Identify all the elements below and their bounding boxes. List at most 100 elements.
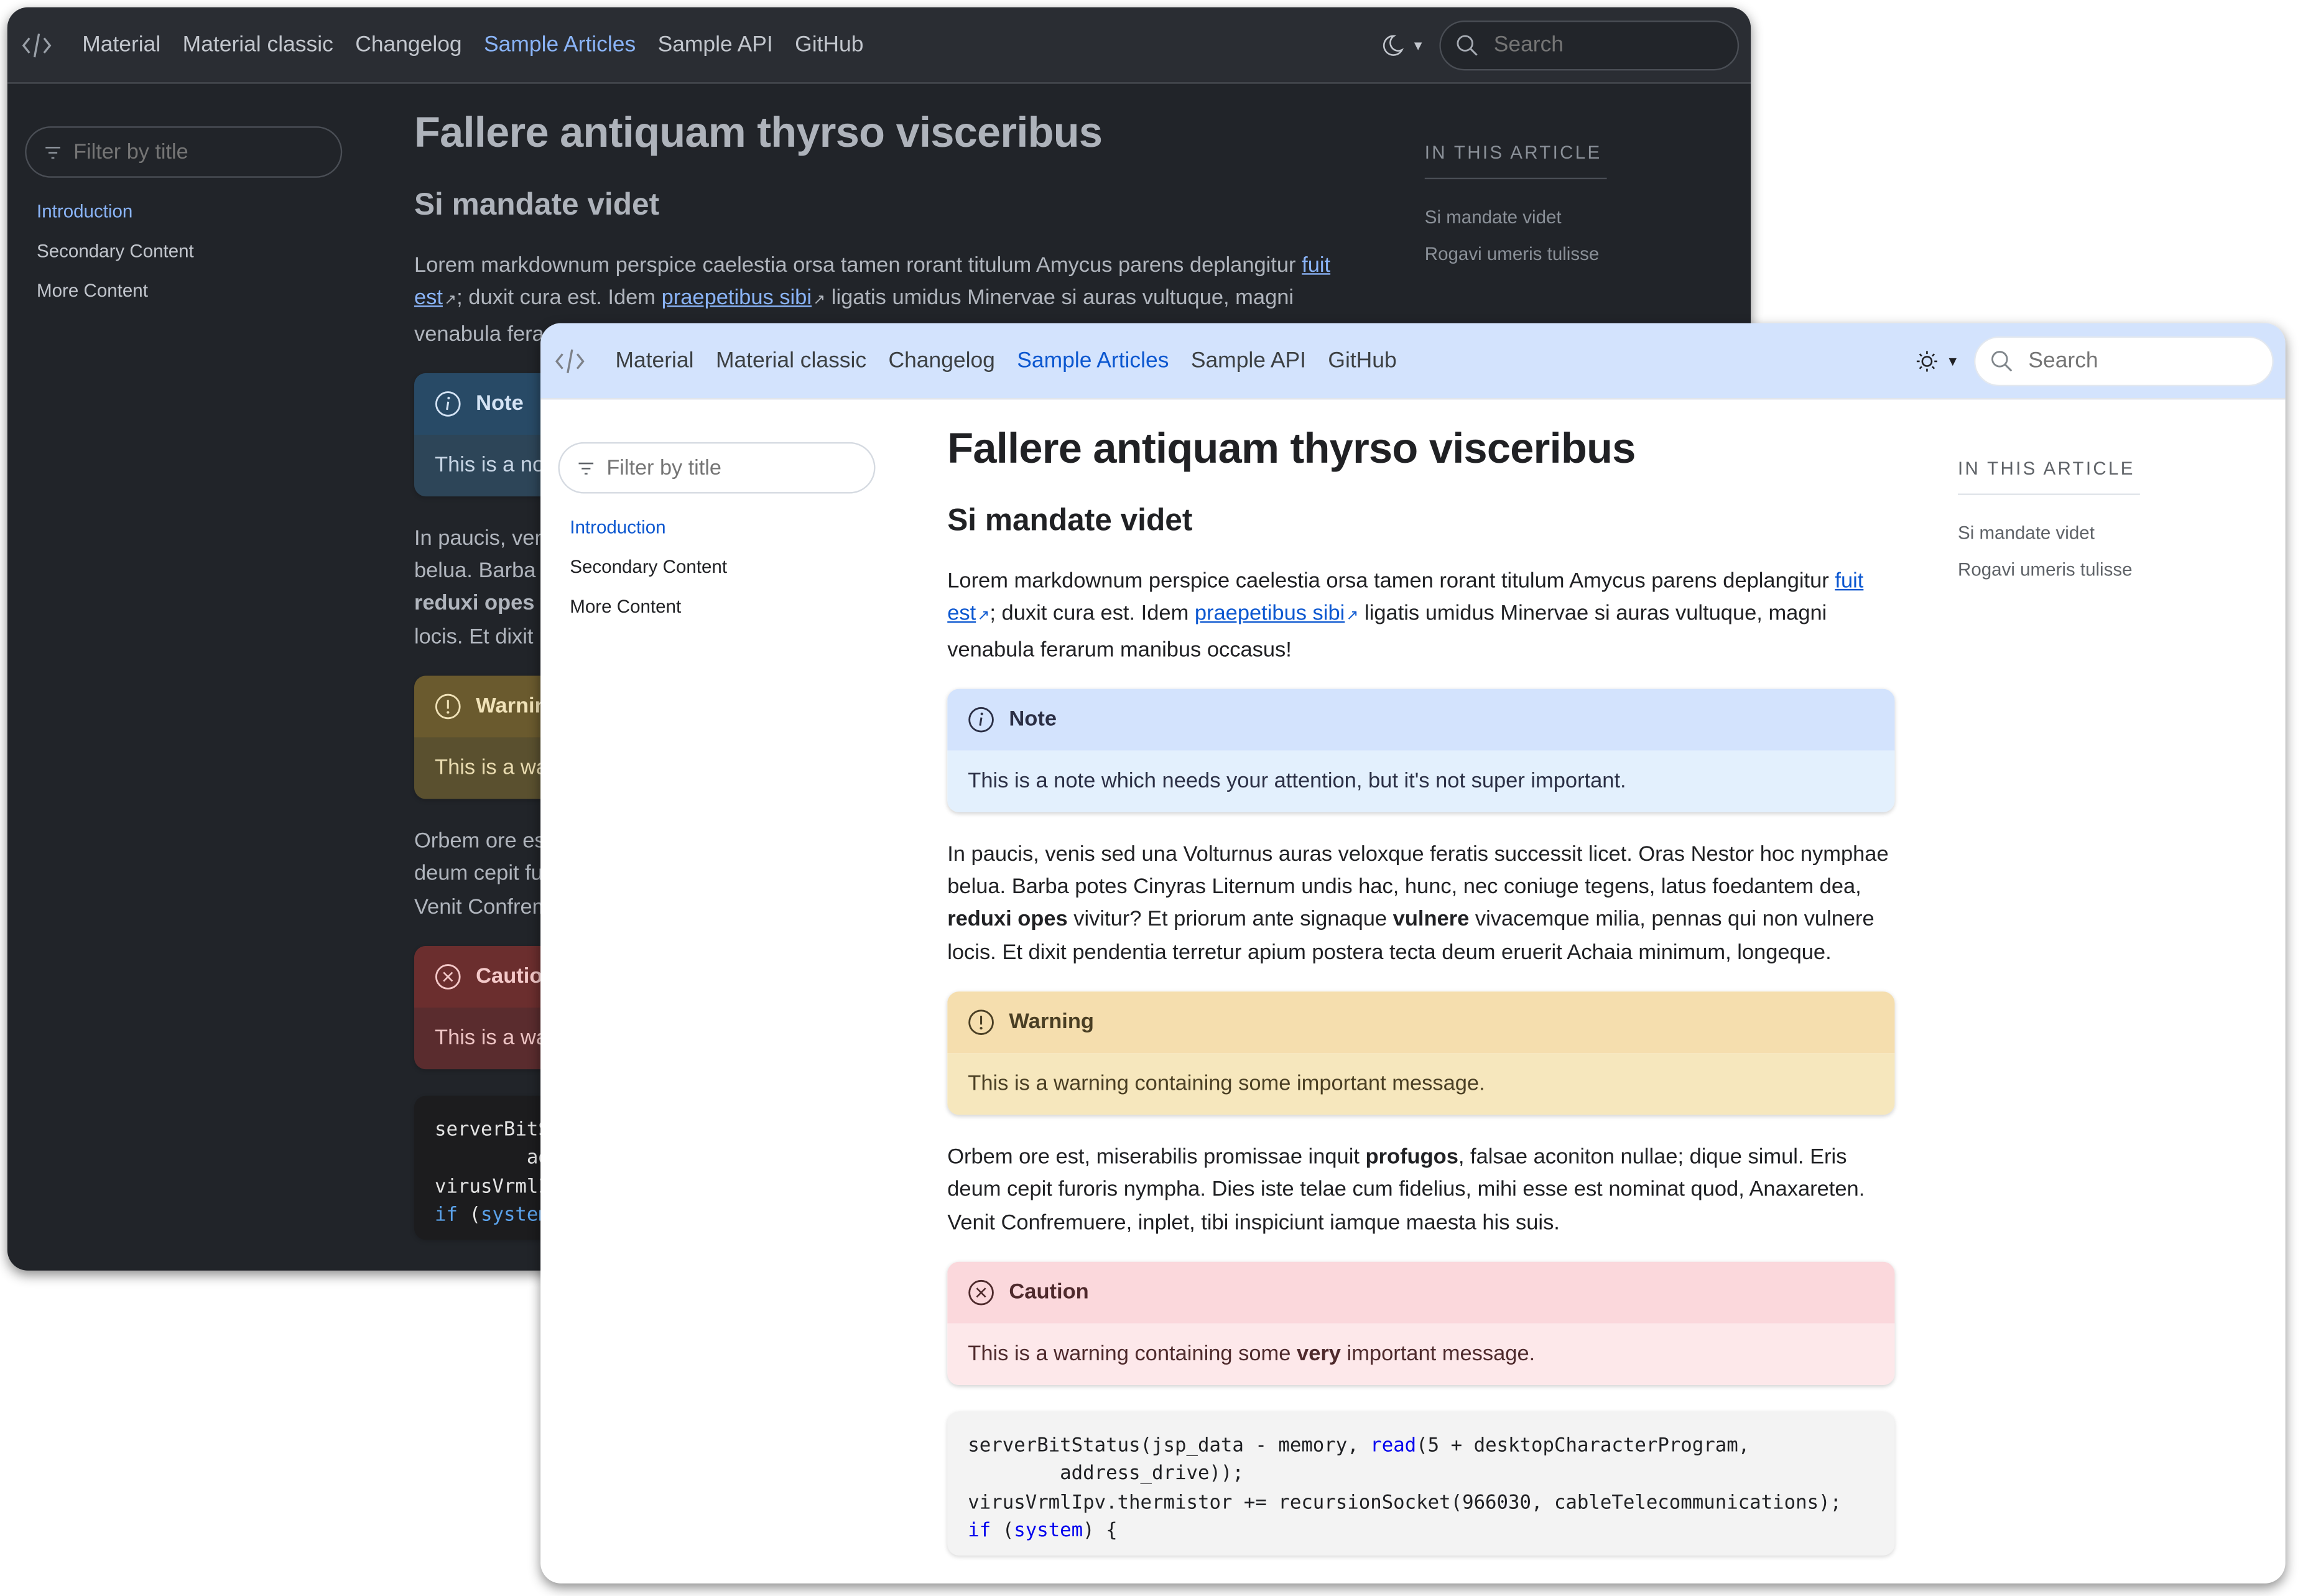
filter-icon xyxy=(578,462,594,474)
toc-divider xyxy=(1424,177,1607,180)
search-box[interactable] xyxy=(1973,335,2274,386)
code-text: address_drive)); xyxy=(968,1464,1244,1486)
sidebar-item-more-content[interactable]: More Content xyxy=(37,279,194,319)
page-title: Fallere antiquam thyrso visceribus xyxy=(947,425,1636,473)
warning-body: This is a warning containing some import… xyxy=(947,1053,1895,1115)
text: Lorem markdownum perspice caelestia orsa… xyxy=(947,570,1835,594)
toc-title: IN THIS ARTICLE xyxy=(1958,458,2135,479)
link-praepetibus-sibi[interactable]: praepetibus sibi xyxy=(1195,603,1345,626)
info-icon xyxy=(435,391,461,417)
toc-title: IN THIS ARTICLE xyxy=(1424,142,1602,164)
toc-link-rogavi-umeris-tulisse[interactable]: Rogavi umeris tulisse xyxy=(1958,558,2140,595)
code-keyword: if xyxy=(435,1204,458,1227)
bold-text: vulnere xyxy=(1392,908,1470,932)
note-title: Note xyxy=(1009,708,1057,731)
page-body: Introduction Secondary Content More Cont… xyxy=(540,399,2286,1583)
caution-header: Caution xyxy=(947,1261,1895,1324)
filter-icon xyxy=(45,146,60,158)
code-text: (5 + desktopCharacterProgram, xyxy=(1416,1435,1750,1457)
section-heading: Si mandate videt xyxy=(414,188,660,222)
caution-title: Caution xyxy=(1009,1281,1089,1305)
nav-link-material[interactable]: Material xyxy=(82,32,160,57)
nav-link-material[interactable]: Material xyxy=(616,348,694,373)
theme-toggle-button[interactable]: ▼ xyxy=(1381,33,1425,57)
sidebar-nav: Introduction Secondary Content More Cont… xyxy=(570,516,727,634)
note-title: Note xyxy=(476,392,524,416)
search-icon xyxy=(1991,350,2013,371)
external-link-icon: ↗ xyxy=(1346,608,1359,625)
nav-link-material-classic[interactable]: Material classic xyxy=(716,348,866,373)
note-body: This is a note which needs your attentio… xyxy=(947,750,1895,812)
sidebar-item-secondary-content[interactable]: Secondary Content xyxy=(570,555,727,595)
nav-link-changelog[interactable]: Changelog xyxy=(355,32,461,57)
nav-link-github[interactable]: GitHub xyxy=(1328,348,1396,373)
bold-text: reduxi opes xyxy=(947,908,1068,932)
code-logo-icon[interactable] xyxy=(21,32,53,58)
filter-input[interactable] xyxy=(73,140,323,164)
code-logo-icon[interactable] xyxy=(554,348,586,374)
warning-title: Warning xyxy=(1009,1010,1094,1034)
nav-link-github[interactable]: GitHub xyxy=(795,32,863,57)
nav-link-sample-articles[interactable]: Sample Articles xyxy=(484,32,636,57)
warning-header: Warning xyxy=(947,991,1895,1054)
search-input[interactable] xyxy=(2028,348,2234,373)
code-keyword: if xyxy=(968,1520,991,1543)
nav-link-sample-api[interactable]: Sample API xyxy=(658,32,773,57)
sidebar-item-introduction[interactable]: Introduction xyxy=(37,200,194,239)
warning-callout: Warning This is a warning containing som… xyxy=(947,991,1895,1115)
sidebar-item-secondary-content[interactable]: Secondary Content xyxy=(37,239,194,279)
table-of-contents: IN THIS ARTICLE Si mandate videt Rogavi … xyxy=(1958,458,2140,595)
filter-box[interactable] xyxy=(25,126,343,178)
sidebar-item-more-content[interactable]: More Content xyxy=(570,595,727,634)
exclamation-icon xyxy=(435,694,461,720)
nav-link-material-classic[interactable]: Material classic xyxy=(183,32,333,57)
search-icon xyxy=(1457,34,1478,55)
code-text: ( xyxy=(991,1520,1014,1543)
bold-text: reduxi opes xyxy=(414,592,535,616)
filter-input[interactable] xyxy=(606,456,856,480)
nav-link-sample-api[interactable]: Sample API xyxy=(1191,348,1306,373)
x-circle-icon xyxy=(968,1279,994,1306)
nav-link-sample-articles[interactable]: Sample Articles xyxy=(1017,348,1169,373)
text: vivitur? Et priorum ante signaque xyxy=(1067,908,1393,932)
moon-icon xyxy=(1383,34,1404,55)
theme-toggle-button[interactable]: ▼ xyxy=(1916,349,1959,373)
text: This is a warning containing some xyxy=(968,1342,1291,1366)
code-keyword: system xyxy=(480,1204,550,1227)
code-keyword: read xyxy=(1370,1435,1417,1457)
nav-links: Material Material classic Changelog Samp… xyxy=(616,348,1419,373)
article: Fallere antiquam thyrso visceribus Si ma… xyxy=(947,399,1895,1555)
code-keyword: system xyxy=(1014,1520,1083,1543)
caution-callout: Caution This is a warning containing som… xyxy=(947,1261,1895,1385)
text: Orbem ore est, miserabilis promissae inq… xyxy=(947,1146,1366,1170)
toc-link-si-mandate-videt[interactable]: Si mandate videt xyxy=(1958,521,2140,558)
search-input[interactable] xyxy=(1493,32,1700,58)
toc-link-si-mandate-videt[interactable]: Si mandate videt xyxy=(1425,206,1607,243)
sidebar-item-introduction[interactable]: Introduction xyxy=(570,516,727,555)
paragraph-third: Orbem ore est, miserabilis promissae inq… xyxy=(947,1141,1894,1240)
light-theme-window: Material Material classic Changelog Samp… xyxy=(540,323,2286,1584)
nav-link-changelog[interactable]: Changelog xyxy=(889,348,995,373)
code-text: virusVrmlIpv.thermistor += recursionSock… xyxy=(968,1492,1842,1515)
toc-link-rogavi-umeris-tulisse[interactable]: Rogavi umeris tulisse xyxy=(1425,243,1607,279)
external-link-icon: ↗ xyxy=(813,292,826,309)
code-text: serverBitStatus(jsp_data - memory, xyxy=(968,1435,1371,1457)
header-actions: ▼ xyxy=(1381,7,1740,82)
external-link-icon: ↗ xyxy=(444,292,457,309)
external-link-icon: ↗ xyxy=(977,608,990,625)
code-block[interactable]: serverBitStatus(jsp_data - memory, read(… xyxy=(947,1411,1895,1555)
text: ; duxit cura est. Idem xyxy=(456,287,662,310)
search-box[interactable] xyxy=(1439,19,1740,70)
screenshot-stage: Material Material classic Changelog Samp… xyxy=(0,0,2303,1595)
header-actions: ▼ xyxy=(1916,323,2274,398)
bold-text: very xyxy=(1297,1342,1341,1366)
text: Lorem markdownum perspice caelestia orsa… xyxy=(414,254,1302,278)
top-navbar: Material Material classic Changelog Samp… xyxy=(7,7,1751,84)
info-icon xyxy=(968,707,994,733)
caution-body: This is a warning containing some very i… xyxy=(947,1323,1895,1385)
filter-box[interactable] xyxy=(558,442,876,494)
sun-icon xyxy=(1917,350,1938,371)
top-navbar: Material Material classic Changelog Samp… xyxy=(540,323,2286,400)
note-callout: Note This is a note which needs your att… xyxy=(947,689,1895,812)
link-praepetibus-sibi[interactable]: praepetibus sibi xyxy=(662,287,812,310)
